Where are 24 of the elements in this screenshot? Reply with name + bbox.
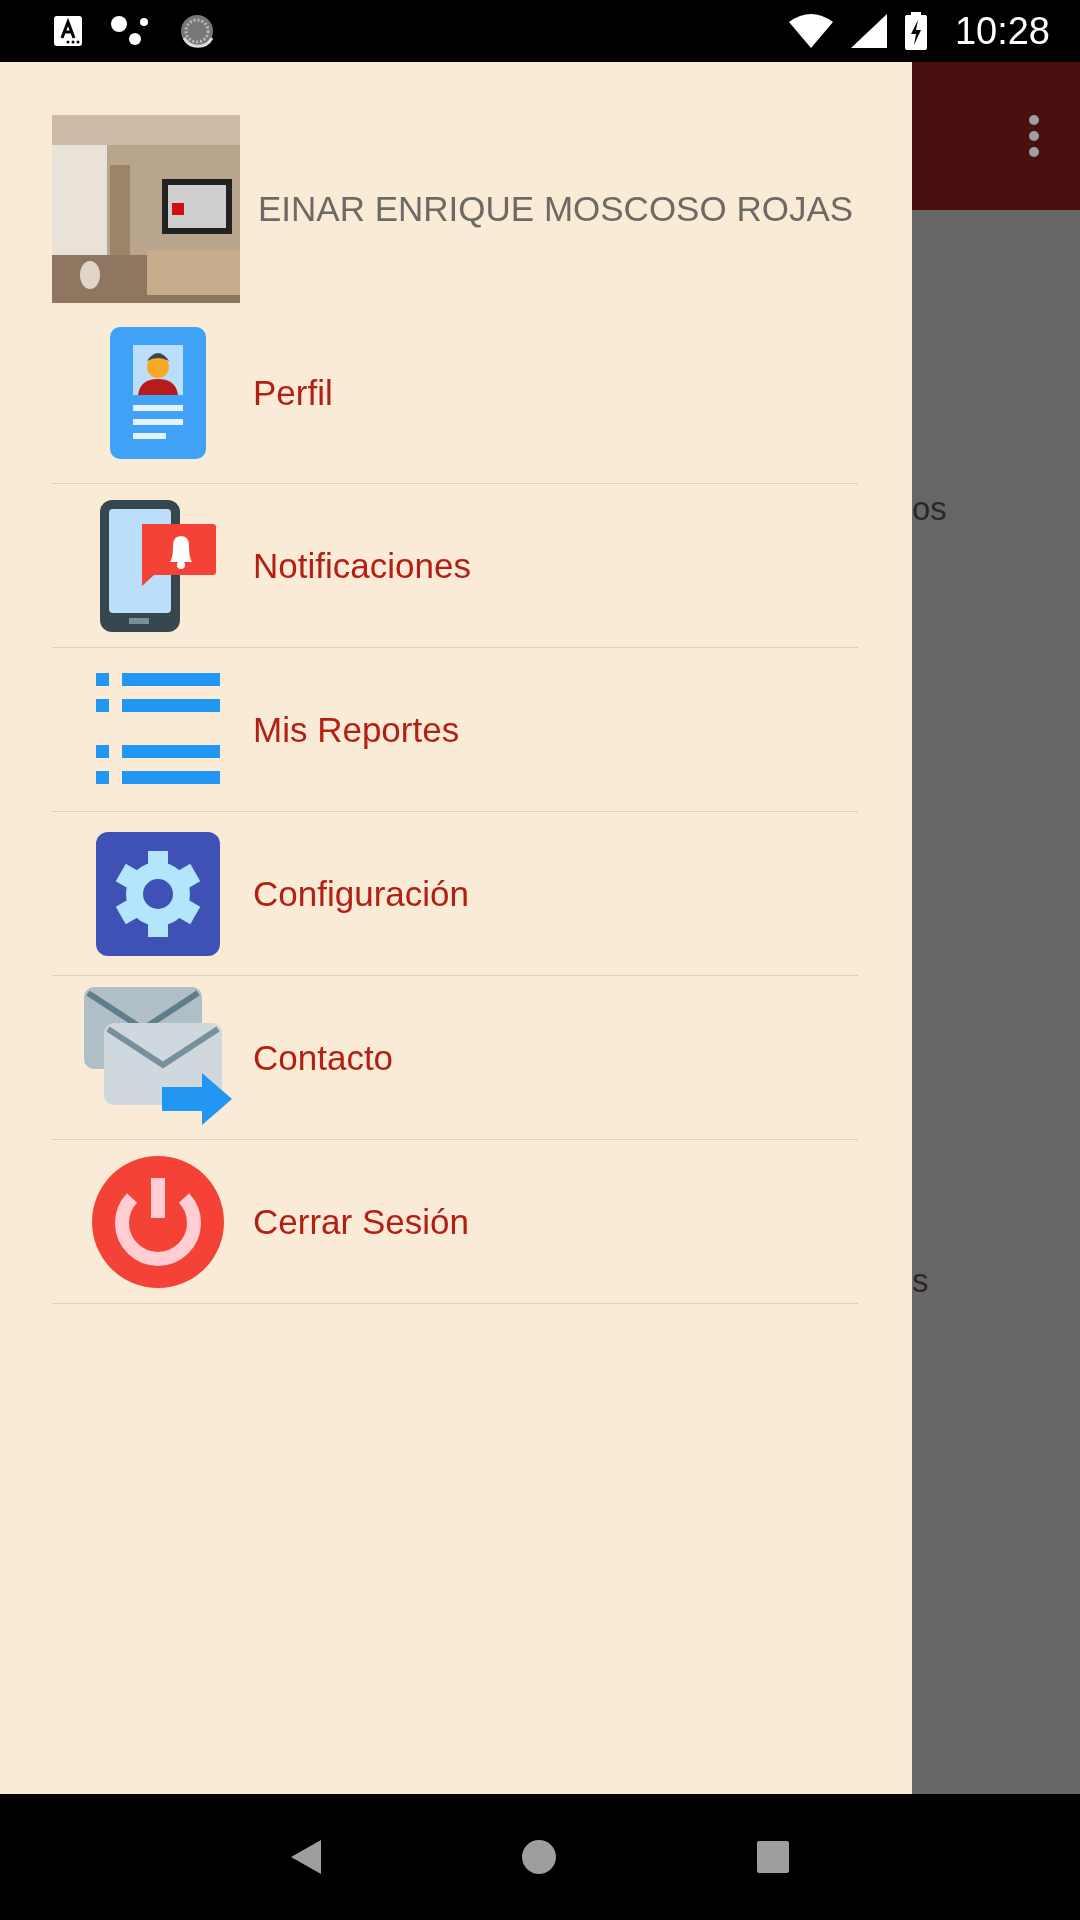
clock-time: 10:28 bbox=[954, 9, 1050, 53]
home-icon[interactable] bbox=[522, 1840, 556, 1874]
power-icon bbox=[91, 1155, 224, 1288]
signal-icon bbox=[850, 14, 887, 48]
menu-item[interactable]: Notificaciones bbox=[52, 484, 858, 648]
menu-item[interactable]: Cerrar Sesión bbox=[52, 1140, 858, 1304]
profile-card-icon bbox=[109, 327, 206, 459]
user-name: EINAR ENRIQUE MOSCOSO ROJAS bbox=[258, 189, 854, 229]
back-icon[interactable] bbox=[290, 1840, 321, 1874]
menu-item[interactable]: Perfil bbox=[52, 303, 858, 484]
battery-icon bbox=[904, 12, 927, 50]
wifi-icon bbox=[788, 14, 833, 48]
list-icon bbox=[95, 672, 220, 787]
partial-text: s bbox=[912, 1262, 929, 1300]
partial-text: os bbox=[912, 490, 947, 528]
accessibility-icon bbox=[54, 16, 82, 46]
loading-icon bbox=[178, 12, 216, 50]
menu-item[interactable]: Contacto bbox=[52, 976, 858, 1140]
recents-icon[interactable] bbox=[757, 1841, 790, 1873]
menu-item[interactable]: Configuración bbox=[52, 812, 858, 976]
phone-bell-icon bbox=[99, 499, 216, 632]
more-options-icon[interactable] bbox=[1028, 114, 1040, 158]
settings-icon bbox=[95, 831, 220, 956]
menu-item[interactable]: Mis Reportes bbox=[52, 648, 858, 812]
